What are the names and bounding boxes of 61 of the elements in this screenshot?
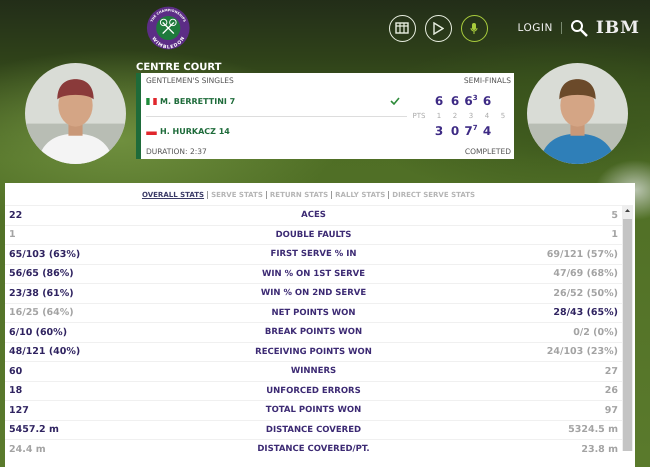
stat-label: DISTANCE COVERED/PT. — [257, 444, 370, 454]
stat-value: 26 — [604, 385, 618, 396]
stat-value: 1 — [9, 229, 16, 240]
mic-button[interactable] — [460, 14, 488, 42]
stat-value: 23.8 m — [581, 444, 618, 455]
stat-value: 0/2 (0%) — [573, 326, 618, 338]
player-name: H. HURKACZ 14 — [160, 126, 230, 136]
login-link[interactable]: LOGIN — [518, 22, 562, 34]
stat-label: WIN % ON 1ST SERVE — [262, 268, 366, 279]
set-score: 4 — [482, 124, 492, 138]
flag-icon — [146, 98, 157, 104]
stat-label: ACES — [301, 210, 326, 220]
stat-value: 60 — [9, 366, 22, 377]
stat-label: DOUBLE FAULTS — [276, 230, 352, 240]
stat-value: 65/103 (63%) — [9, 248, 80, 260]
stat-label: WIN % ON 2ND SERVE — [260, 288, 366, 298]
set-score: 6 — [434, 94, 444, 108]
stat-value: 16/25 (64%) — [9, 307, 74, 318]
stat-value: 6/10 (60%) — [9, 326, 68, 338]
stat-label: FIRST SERVE % IN — [270, 249, 356, 260]
stat-value: 24/103 (23%) — [546, 346, 618, 358]
scrollbar[interactable] — [622, 205, 633, 451]
grid-button[interactable] — [388, 14, 416, 42]
set-score: 7$^{7}$ — [463, 124, 479, 138]
stat-label: DISTANCE COVERED — [266, 424, 362, 435]
set-score: 6 — [450, 94, 460, 108]
stat-value: 18 — [9, 385, 22, 396]
stat-label: NET POINTS WON — [271, 308, 356, 318]
play-icon — [432, 22, 444, 34]
set-score: 6 — [482, 94, 492, 108]
microphone-icon — [470, 22, 478, 34]
stat-label: WINNERS — [290, 366, 336, 376]
stat-label: RECEIVING POINTS WON — [255, 346, 372, 357]
stat-value: 97 — [604, 404, 618, 416]
stat-value: 5324.5 m — [568, 424, 618, 436]
set-score: 0 — [450, 124, 460, 138]
sponsor-logo[interactable]: IBM — [596, 18, 640, 38]
stat-value: 26/52 (50%) — [553, 288, 618, 299]
stat-value: 28/43 (65%) — [553, 307, 618, 318]
stat-value: 47/69 (68%) — [553, 268, 618, 280]
play-button[interactable] — [424, 14, 452, 42]
stat-value: 56/65 (86%) — [9, 268, 74, 280]
set-score: 3 — [434, 124, 444, 138]
stat-value: 27 — [604, 366, 618, 377]
stat-value: 23/38 (61%) — [9, 288, 74, 299]
stat-label: UNFORCED ERRORS — [266, 386, 361, 396]
stat-label: BREAK POINTS WON — [264, 327, 362, 338]
stat-value: 48/121 (40%) — [9, 346, 80, 358]
stat-value: 127 — [9, 404, 29, 416]
player-name: M. BERRETTINI 7 — [160, 96, 236, 106]
stat-value: 69/121 (57%) — [546, 248, 618, 260]
stat-value: 5 — [611, 210, 618, 221]
court-name: CENTRE COURT — [136, 62, 222, 73]
stat-value: 24.4 m — [9, 444, 46, 455]
scrollbar-thumb[interactable] — [623, 219, 632, 451]
grid-icon — [395, 22, 410, 34]
stat-label: TOTAL POINTS WON — [266, 405, 362, 416]
stat-value: 5457.2 m — [9, 424, 59, 436]
set-score: 6$^{3}$ — [463, 94, 479, 108]
stat-value: 1 — [611, 229, 618, 240]
stat-value: 22 — [9, 210, 22, 221]
